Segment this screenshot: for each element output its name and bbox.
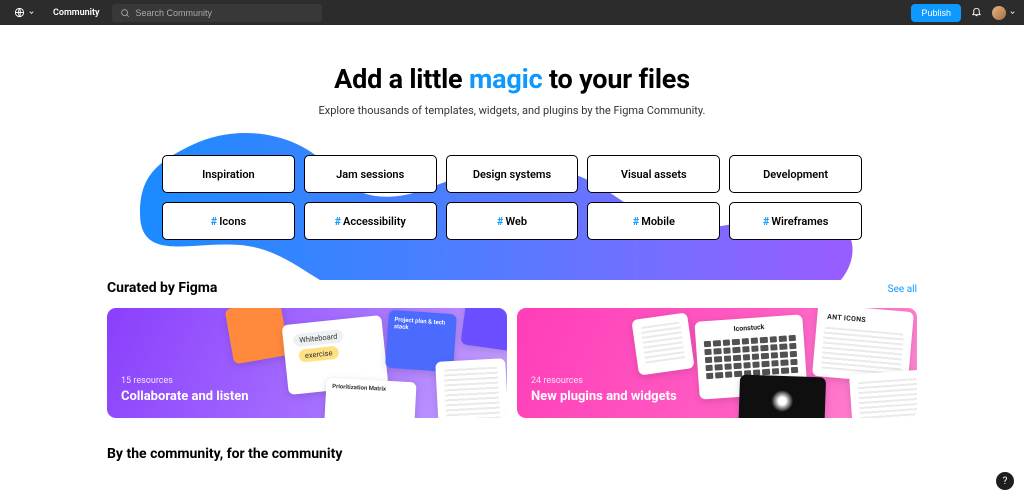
curated-heading: Curated by Figma [107,280,217,296]
category-development[interactable]: Development [729,155,862,193]
card-art: Whiteboard exercise Project plan & tech … [265,314,507,412]
card-title: Collaborate and listen [121,389,249,404]
chevron-down-icon [1009,9,1016,16]
account-menu[interactable] [992,6,1016,20]
chevron-down-icon [28,9,35,16]
search-input[interactable] [136,8,314,18]
card-title: New plugins and widgets [531,389,677,404]
global-menu[interactable] [8,7,41,18]
curated-section: Curated by Figma See all Whiteboard exer… [107,280,917,418]
card-count: 24 resources [531,376,677,386]
help-button[interactable]: ? [996,472,1014,490]
community-heading: By the community, for the community [107,446,917,462]
publish-button[interactable]: Publish [911,4,961,22]
hero: Add a little magic to your files Explore… [0,25,1024,280]
category-web[interactable]: #Web [446,202,579,240]
notifications-button[interactable] [961,6,992,20]
card-count: 15 resources [121,376,249,386]
category-accessibility[interactable]: #Accessibility [304,202,437,240]
curated-card-plugins[interactable]: Iconstuck ANT ICONS 24 resources New plu… [517,308,917,418]
category-design-systems[interactable]: Design systems [446,155,579,193]
category-jam-sessions[interactable]: Jam sessions [304,155,437,193]
globe-icon [14,7,25,18]
category-mobile[interactable]: #Mobile [587,202,720,240]
category-icons[interactable]: #Icons [162,202,295,240]
category-grid: Inspiration Jam sessions Design systems … [162,155,862,240]
see-all-link[interactable]: See all [888,284,917,295]
card-art: Iconstuck ANT ICONS [675,314,917,412]
search-icon [120,8,130,18]
category-inspiration[interactable]: Inspiration [162,155,295,193]
topbar: Community Publish [0,0,1024,25]
community-section: By the community, for the community [107,446,917,462]
hero-subtitle: Explore thousands of templates, widgets,… [0,104,1024,117]
bell-icon [971,6,982,17]
hero-title: Add a little magic to your files [0,63,1024,95]
avatar [992,6,1006,20]
nav-community[interactable]: Community [41,8,112,18]
category-visual-assets[interactable]: Visual assets [587,155,720,193]
curated-card-collaborate[interactable]: Whiteboard exercise Project plan & tech … [107,308,507,418]
category-wireframes[interactable]: #Wireframes [729,202,862,240]
search-box[interactable] [112,4,322,22]
